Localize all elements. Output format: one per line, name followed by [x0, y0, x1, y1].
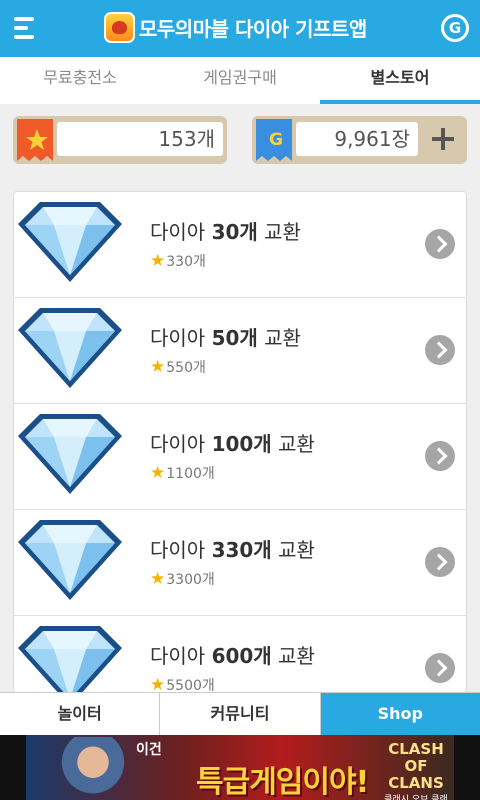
g-coin-icon[interactable]: G: [441, 14, 469, 42]
g-badge-icon: G: [256, 119, 292, 161]
g-badge-label: G: [269, 130, 283, 150]
star-icon: ★: [150, 463, 166, 483]
item-title: 다이아 100개 교환: [150, 432, 315, 456]
item-price: ★550개: [150, 357, 206, 377]
exchange-list: 다이아 30개 교환 ★330개 다이아 50개 교환 ★550개 다이아 10…: [13, 191, 467, 693]
bottom-nav: 놀이터 커뮤니티 Shop: [0, 692, 480, 735]
list-item[interactable]: 다이아 50개 교환 ★550개: [14, 298, 466, 404]
diamond-icon: [18, 414, 122, 494]
g-balance: G 9,961장: [252, 116, 467, 164]
item-price: ★5500개: [150, 675, 215, 693]
star-badge-icon: [17, 119, 53, 161]
chevron-right-icon[interactable]: [425, 229, 455, 259]
chevron-right-icon[interactable]: [425, 441, 455, 471]
item-title: 다이아 50개 교환: [150, 326, 301, 350]
star-icon: ★: [150, 251, 166, 271]
item-price: ★330개: [150, 251, 206, 271]
star-balance: 153개: [13, 116, 227, 164]
tab-free-charge[interactable]: 무료충전소: [0, 57, 160, 104]
item-title: 다이아 30개 교환: [150, 220, 301, 244]
tab-star-store[interactable]: 별스토어: [320, 57, 480, 104]
item-title: 다이아 600개 교환: [150, 644, 315, 668]
app-header: 모두의마블 다이아 기프트앱 G: [0, 0, 480, 57]
top-tabs: 무료충전소 게임권구매 별스토어: [0, 57, 480, 104]
list-item[interactable]: 다이아 100개 교환 ★1100개: [14, 404, 466, 510]
star-icon: ★: [150, 675, 166, 693]
list-item[interactable]: 다이아 600개 교환 ★5500개: [14, 616, 466, 693]
nav-community[interactable]: 커뮤니티: [160, 693, 321, 735]
item-price: ★3300개: [150, 569, 215, 589]
tab-game-ticket[interactable]: 게임권구매: [160, 57, 320, 104]
chevron-right-icon[interactable]: [425, 335, 455, 365]
ad-character: [58, 737, 128, 800]
g-count: 9,961장: [296, 122, 418, 156]
ad-banner[interactable]: 이건 특급게임이야! CLASH OF CLANS 클래시 오브 클랜: [0, 735, 480, 800]
star-count: 153개: [57, 122, 223, 156]
item-title: 다이아 330개 교환: [150, 538, 315, 562]
list-item[interactable]: 다이아 330개 교환 ★3300개: [14, 510, 466, 616]
ad-game-logo: CLASH OF CLANS 클래시 오브 클랜: [384, 740, 448, 800]
diamond-icon: [18, 308, 122, 388]
ad-headline: 특급게임이야!: [196, 765, 369, 800]
star-icon: ★: [150, 357, 166, 377]
star-icon: ★: [150, 569, 166, 589]
nav-shop[interactable]: Shop: [320, 693, 480, 735]
chevron-right-icon[interactable]: [425, 653, 455, 683]
diamond-icon: [18, 626, 122, 692]
app-logo: [104, 12, 135, 43]
menu-icon[interactable]: [14, 17, 38, 39]
add-g-button[interactable]: [428, 124, 458, 154]
ad-small-text: 이건: [136, 742, 162, 758]
diamond-icon: [18, 202, 122, 282]
nav-playground[interactable]: 놀이터: [0, 693, 161, 735]
list-item[interactable]: 다이아 30개 교환 ★330개: [14, 192, 466, 298]
ad-image: 이건 특급게임이야! CLASH OF CLANS 클래시 오브 클랜: [26, 735, 454, 800]
chevron-right-icon[interactable]: [425, 547, 455, 577]
diamond-icon: [18, 520, 122, 600]
item-price: ★1100개: [150, 463, 215, 483]
app-title: 모두의마블 다이아 기프트앱: [139, 17, 367, 41]
